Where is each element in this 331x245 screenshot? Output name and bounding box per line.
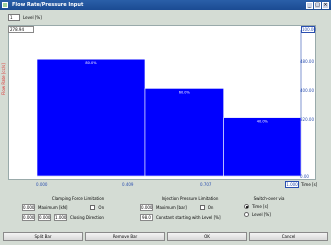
window-controls: _ □ × xyxy=(306,1,329,9)
inject-max-input[interactable]: 0.000 xyxy=(140,204,153,211)
flow-chart-area[interactable]: 80.0% 60.0% 40.0% xyxy=(8,25,316,180)
clamping-force-group: Clamping Force Limitation 0.000 Maximum … xyxy=(22,196,134,221)
flow-rate-pressure-window: Flow Rate/Pressure Input _ □ × 1 Level [… xyxy=(0,0,331,245)
injection-pressure-group: Injection Pressure Limitation 0.000 Maxi… xyxy=(140,196,240,221)
inject-max-label: Maximum [bar] xyxy=(156,205,187,210)
right-tick-1: 480.00 xyxy=(300,59,314,64)
remove-bar-button[interactable]: Remove Bar xyxy=(85,232,165,241)
right-max-input[interactable]: 100.00 xyxy=(301,26,316,33)
maximize-button[interactable]: □ xyxy=(314,1,321,9)
switch-over-group: Switch-over via Time [s] Level [%] xyxy=(244,196,294,217)
clamp-on-label: On xyxy=(98,205,105,210)
inject-level-input[interactable]: 98.0 xyxy=(140,214,153,221)
closing-direction-label: Closing Direction xyxy=(70,215,104,220)
level-selector-row: 1 Level [%] xyxy=(8,13,42,21)
x-max-input[interactable]: 1.000 xyxy=(285,181,299,188)
title-bar: Flow Rate/Pressure Input _ □ × xyxy=(0,0,331,10)
right-tick-4: 0.00 xyxy=(300,174,309,179)
switch-level-label: Level [%] xyxy=(252,212,271,217)
bar-label-1: 80.0% xyxy=(85,61,97,65)
flow-bar-1[interactable] xyxy=(36,58,146,177)
right-tick-2: 400.00 xyxy=(300,88,314,93)
app-icon xyxy=(2,2,8,8)
clamping-force-title: Clamping Force Limitation xyxy=(51,196,105,201)
right-tick-3: 320.00 xyxy=(300,117,314,122)
clamp-on-checkbox[interactable] xyxy=(90,205,96,210)
clamp-max-label: Maximum [kN] xyxy=(38,205,68,210)
constant-level-label: Constant starting with Level [%] xyxy=(156,215,221,220)
y-max-input[interactable]: 278.94 xyxy=(8,26,34,33)
clamp-max-input[interactable]: 0.000 xyxy=(22,204,35,211)
switch-level-radio[interactable] xyxy=(244,212,249,217)
inject-on-checkbox[interactable] xyxy=(199,205,205,210)
flow-bar-3[interactable] xyxy=(223,117,302,177)
x-axis: 0.000 0.409 0.707 xyxy=(36,182,302,190)
x-axis-unit: Time [s] xyxy=(301,182,318,187)
window-title: Flow Rate/Pressure Input xyxy=(12,1,84,8)
x-tick-2: 0.707 xyxy=(200,182,212,187)
x-tick-0: 0.000 xyxy=(36,182,48,187)
switch-time-label: Time [s] xyxy=(252,204,269,209)
clamp-value-3[interactable]: 1.000 xyxy=(54,214,67,221)
switch-time-radio[interactable] xyxy=(244,204,249,209)
minimize-button[interactable]: _ xyxy=(306,1,313,9)
flow-bar-2[interactable] xyxy=(144,88,224,177)
close-button[interactable]: × xyxy=(322,1,329,9)
split-bar-button[interactable]: Split Bar xyxy=(3,232,83,241)
ok-button[interactable]: OK xyxy=(167,232,247,241)
switch-over-title: Switch-over via xyxy=(253,196,285,201)
bar-label-3: 40.0% xyxy=(257,120,269,124)
button-row: Split Bar Remove Bar OK Cancel xyxy=(0,232,331,242)
bar-label-2: 60.0% xyxy=(179,90,191,94)
level-selector[interactable]: 1 xyxy=(8,13,20,21)
clamp-value-1[interactable]: 0.000 xyxy=(22,214,35,221)
level-selector-label: Level [%] xyxy=(23,14,42,20)
x-tick-1: 0.409 xyxy=(122,182,134,187)
inject-on-label: On xyxy=(207,205,214,210)
injection-pressure-title: Injection Pressure Limitation xyxy=(161,196,219,201)
flow-chart-svg: 80.0% 60.0% 40.0% xyxy=(36,30,302,177)
cancel-button[interactable]: Cancel xyxy=(249,232,328,241)
y-axis-label: Flow Rate [cc/s] xyxy=(1,63,6,95)
clamp-value-2[interactable]: 0.000 xyxy=(38,214,51,221)
